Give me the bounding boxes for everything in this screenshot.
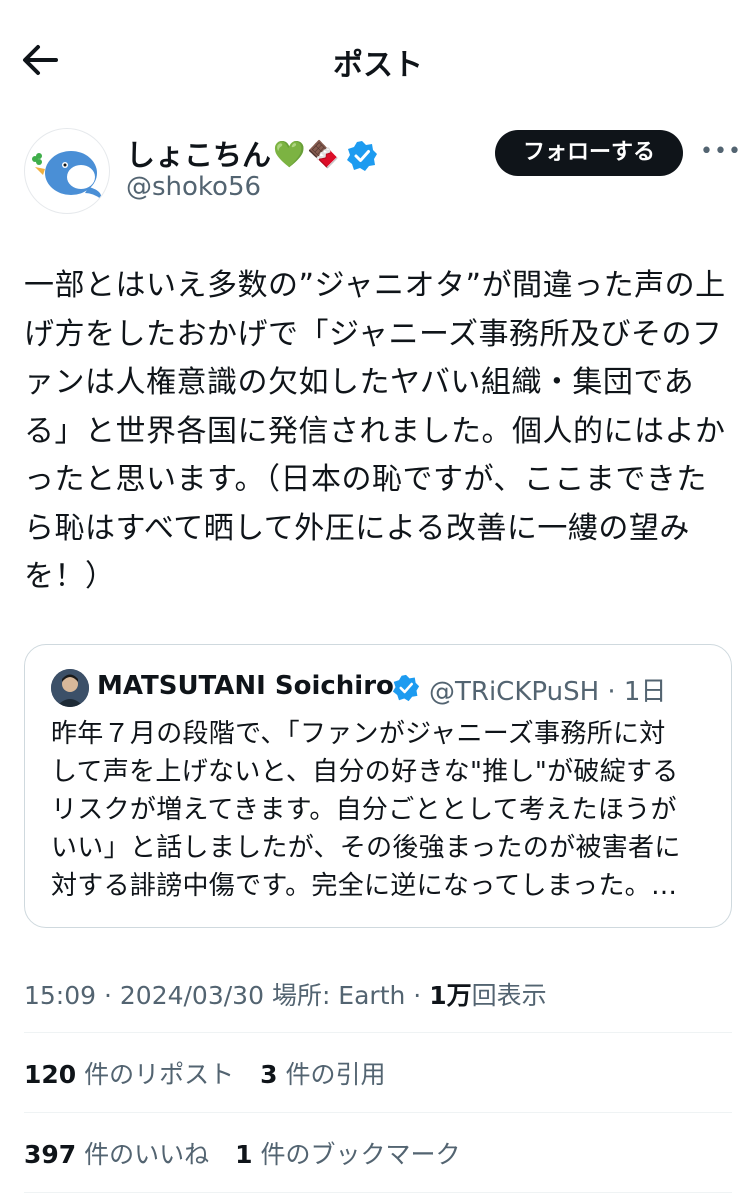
tweet-line: ったと思います。（日本の恥ですが、ここまできた — [24, 462, 707, 497]
bookmarks-stat[interactable]: 1 件のブックマーク — [235, 1140, 460, 1169]
display-name-text: しょこちん — [126, 138, 272, 172]
reposts-stat[interactable]: 120 件のリポスト — [24, 1060, 234, 1089]
tweet-line: ら恥はすべて晒して外圧による改善に一縷の望み — [24, 510, 690, 546]
bird-avatar-icon — [32, 151, 102, 199]
likes-label: 件のいいね — [84, 1140, 210, 1169]
views-count: 1万 — [429, 981, 472, 1010]
verified-badge-icon — [347, 141, 377, 171]
display-name[interactable]: しょこちん💚🍫 — [126, 132, 340, 174]
quote-line: して声を上げないと、自分の好きな"推し"が破綻する — [51, 757, 679, 787]
stats-row-likes: 397 件のいいね 1 件のブックマーク — [24, 1135, 478, 1171]
reposts-label: 件のリポスト — [84, 1060, 235, 1089]
quote-line: 昨年７月の段階で、「ファンがジャニーズ事務所に対 — [51, 719, 666, 749]
likes-stat[interactable]: 397 件のいいね — [24, 1140, 209, 1169]
person-photo-icon — [51, 669, 89, 707]
quote-avatar — [51, 669, 89, 707]
divider — [24, 1032, 732, 1033]
stats-row-reposts: 120 件のリポスト 3 件の引用 — [24, 1055, 403, 1091]
bookmarks-label: 件のブックマーク — [260, 1140, 461, 1169]
tweet-text: 一部とはいえ多数の”ジャニオタ”が間違った声の上 げ方をしたおかげで「ジャニーズ… — [24, 262, 738, 602]
top-bar: ポスト — [0, 0, 756, 120]
reposts-count: 120 — [24, 1060, 77, 1089]
quoted-tweet-card[interactable]: MATSUTANI Soichiro @TRiCKPuSH · 1日 昨年７月の… — [24, 644, 732, 928]
follow-button[interactable]: フォローする — [495, 130, 683, 176]
author-row: しょこちん💚🍫 @shoko56 フォローする ••• — [0, 120, 756, 220]
quote-text: 昨年７月の段階で、「ファンがジャニーズ事務所に対 して声を上げないと、自分の好き… — [51, 715, 721, 905]
tweet-line: げ方をしたおかげで「ジャニーズ事務所及びそのフ — [24, 316, 723, 352]
likes-count: 397 — [24, 1140, 77, 1169]
avatar[interactable] — [24, 128, 110, 214]
quotes-count: 3 — [260, 1060, 278, 1089]
post-location: 場所: Earth — [271, 981, 406, 1010]
tweet-line: 一部とはいえ多数の”ジャニオタ”が間違った声の上 — [24, 268, 726, 303]
more-options-icon[interactable]: ••• — [700, 134, 741, 170]
tweet-line: を！） — [24, 559, 116, 594]
divider — [24, 1112, 732, 1113]
quote-line: 対する誹謗中傷です。完全に逆になってしまった。… — [51, 871, 678, 901]
tweet-meta: 15:09 · 2024/03/30 場所: Earth · 1万回表示 — [24, 981, 547, 1010]
quote-line: リスクが増えてきます。自分ごととして考えたほうが — [51, 795, 677, 825]
quotes-label: 件の引用 — [285, 1060, 386, 1089]
quotes-stat[interactable]: 3 件の引用 — [260, 1060, 385, 1089]
author-handle[interactable]: @shoko56 — [126, 172, 261, 202]
green-heart-icon: 💚 — [273, 140, 306, 170]
quote-author-name: MATSUTANI Soichiro — [97, 671, 394, 701]
chocolate-bar-icon: 🍫 — [307, 140, 340, 170]
views-label: 回表示 — [471, 981, 547, 1010]
quote-handle-time: @TRiCKPuSH · 1日 — [429, 677, 667, 707]
quote-line: いい」と話しましたが、その後強まったのが被害者に — [51, 833, 681, 863]
quote-verified-badge-icon — [392, 674, 420, 702]
tweet-line: ァンは人権意識の欠如したヤバい組織・集団であ — [24, 365, 695, 400]
bookmarks-count: 1 — [235, 1140, 253, 1169]
post-time[interactable]: 15:09 — [24, 981, 96, 1010]
divider — [24, 1192, 732, 1193]
tweet-line: る」と世界各国に発信されました。個人的にはよか — [24, 413, 726, 449]
post-date[interactable]: 2024/03/30 — [120, 981, 264, 1010]
page-title: ポスト — [333, 48, 423, 83]
